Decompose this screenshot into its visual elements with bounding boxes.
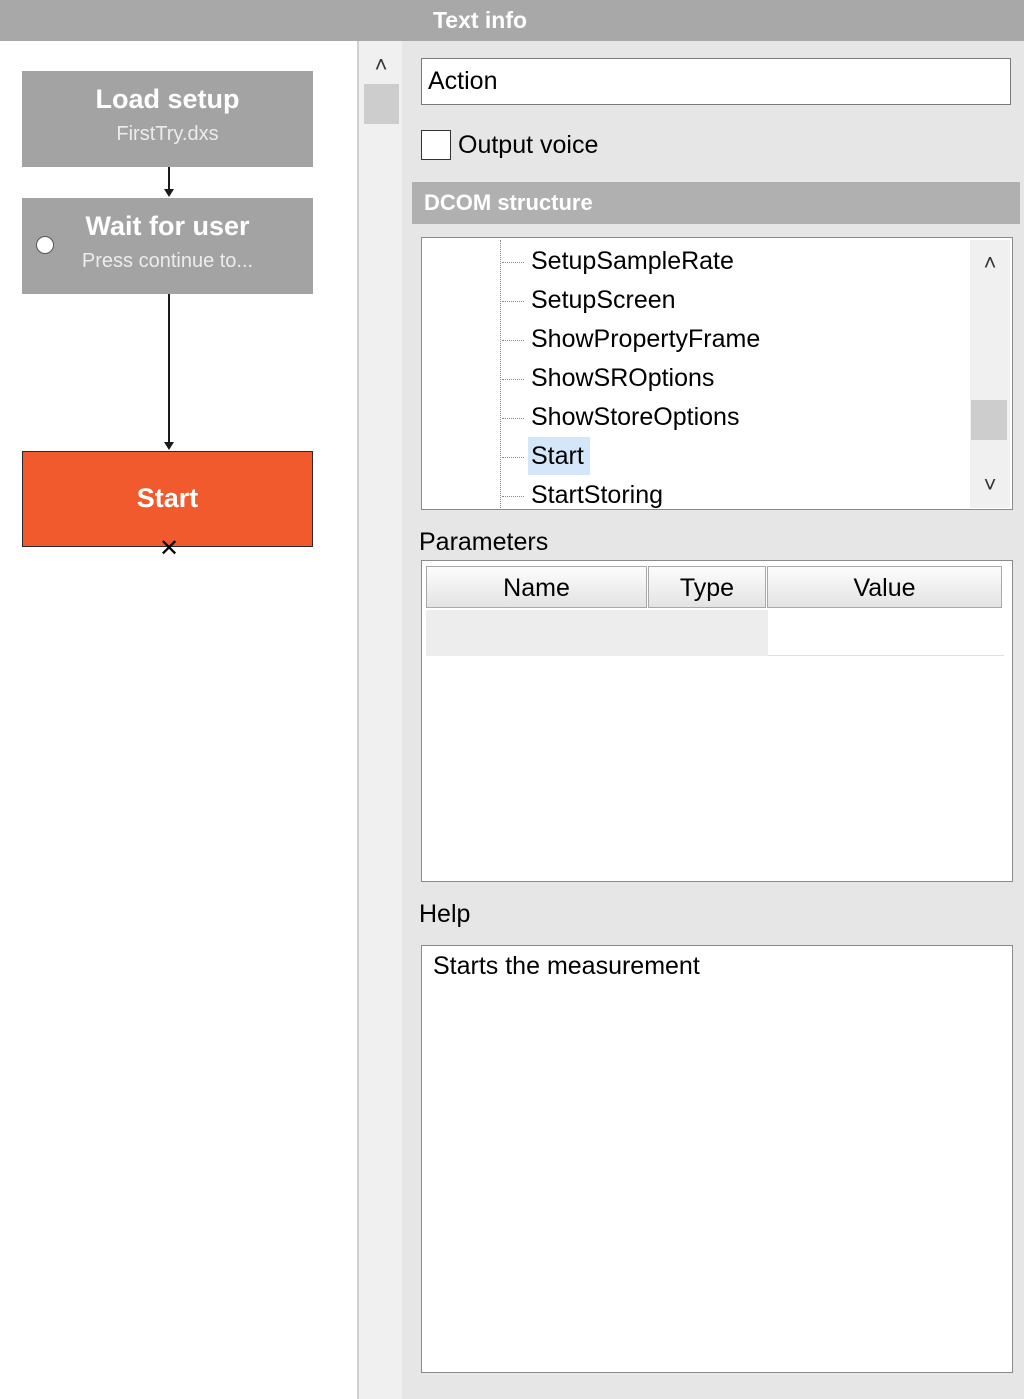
tree-scroll-down-icon[interactable]: ˅ <box>975 470 1005 500</box>
arrow-down-icon <box>164 189 174 197</box>
tree-item-label: Start <box>528 437 590 475</box>
column-header-value[interactable]: Value <box>767 566 1002 608</box>
breakpoint-circle-icon[interactable] <box>36 236 54 254</box>
tree-item-showstoreoptions[interactable]: ShowStoreOptions <box>502 398 745 436</box>
help-text-area[interactable] <box>421 945 1013 1373</box>
vertical-scrollbar[interactable] <box>359 41 402 1399</box>
flow-connector <box>168 294 170 442</box>
action-text-field[interactable] <box>421 58 1011 105</box>
tree-item-startstoring[interactable]: StartStoring <box>502 476 669 508</box>
scroll-thumb[interactable] <box>364 84 399 124</box>
scroll-up-icon[interactable]: ˄ <box>366 50 396 80</box>
tree-item-label: SetupSampleRate <box>531 247 734 275</box>
flow-node-title: Load setup <box>95 84 240 114</box>
dcom-structure-title: DCOM structure <box>424 190 593 215</box>
tree-item-setupscreen[interactable]: SetupScreen <box>502 281 682 319</box>
end-marker-icon: ✕ <box>158 535 180 562</box>
flow-node-start[interactable]: Start <box>22 451 313 547</box>
panel-title: Text info <box>432 7 528 33</box>
tree-scroll-up-icon[interactable]: ˄ <box>975 248 1005 278</box>
column-header-type[interactable]: Type <box>648 566 766 608</box>
tree-scroll-thumb[interactable] <box>971 400 1007 440</box>
help-label: Help <box>419 900 471 928</box>
table-row[interactable] <box>426 610 768 656</box>
tree-item-label: ShowSROptions <box>531 364 715 392</box>
flow-node-subtitle: FirstTry.dxs <box>116 123 219 145</box>
tree-item-showsroptions[interactable]: ShowSROptions <box>502 359 720 397</box>
flow-node-load-setup[interactable]: Load setup FirstTry.dxs <box>22 71 313 167</box>
flow-connector <box>168 167 170 189</box>
tree-item-start[interactable]: Start <box>502 437 590 475</box>
arrow-down-icon <box>164 442 174 450</box>
parameters-label: Parameters <box>419 528 549 556</box>
table-cell-value[interactable] <box>768 610 1004 656</box>
flow-node-title: Start <box>136 483 199 513</box>
flow-node-title: Wait for user <box>85 211 250 241</box>
tree-scrollbar[interactable] <box>970 240 1010 508</box>
tree-item-setupsamplerate[interactable]: SetupSampleRate <box>502 242 740 280</box>
flow-node-subtitle: Press continue to... <box>81 250 254 272</box>
tree-item-label: ShowStoreOptions <box>531 403 740 431</box>
tree-item-label: SetupScreen <box>531 286 676 314</box>
tree-item-label: StartStoring <box>531 481 664 508</box>
column-header-name[interactable]: Name <box>426 566 647 608</box>
output-voice-checkbox[interactable] <box>421 130 451 160</box>
output-voice-label[interactable]: Output voice <box>458 129 598 161</box>
flow-node-wait-for-user[interactable]: Wait for user Press continue to... <box>22 198 313 294</box>
help-text: Starts the measurement <box>433 952 700 980</box>
tree-item-showpropertyframe[interactable]: ShowPropertyFrame <box>502 320 766 358</box>
tree-guide-line <box>500 240 501 508</box>
tree-item-label: ShowPropertyFrame <box>531 325 761 353</box>
